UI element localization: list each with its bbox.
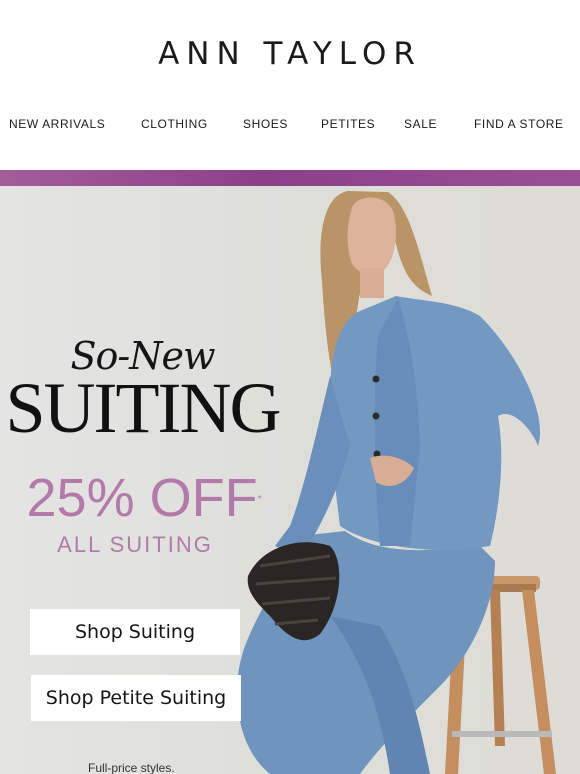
hero-banner[interactable]: So-New SUITING 25% OFF* ALL SUITING Shop…	[0, 186, 580, 774]
hero-headline: SUITING	[5, 368, 282, 448]
nav-find-a-store[interactable]: FIND A STORE	[474, 117, 564, 131]
nav-clothing[interactable]: CLOTHING	[141, 117, 208, 131]
model-jacket	[330, 296, 541, 550]
offer-footnote: Full-price styles.	[88, 761, 175, 774]
promo-divider-band	[0, 170, 580, 186]
nav-petites[interactable]: PETITES	[321, 117, 375, 131]
main-nav: NEW ARRIVALS CLOTHING SHOES PETITES SALE…	[0, 117, 580, 133]
offer-footnote-mark: *	[257, 494, 262, 505]
shop-petite-suiting-button[interactable]: Shop Petite Suiting	[31, 675, 241, 721]
offer-subtitle: ALL SUITING	[57, 532, 213, 557]
nav-shoes[interactable]: SHOES	[243, 117, 288, 131]
offer-text: 25% OFF	[26, 468, 258, 528]
brand-logo[interactable]: ANN TAYLOR	[0, 36, 580, 72]
email-header: ANN TAYLOR NEW ARRIVALS CLOTHING SHOES P…	[0, 0, 580, 170]
nav-new-arrivals[interactable]: NEW ARRIVALS	[9, 117, 105, 131]
offer-percent: 25% OFF*	[14, 468, 274, 528]
nav-sale[interactable]: SALE	[404, 117, 437, 131]
model-face	[347, 197, 396, 275]
shop-suiting-button[interactable]: Shop Suiting	[30, 609, 240, 655]
